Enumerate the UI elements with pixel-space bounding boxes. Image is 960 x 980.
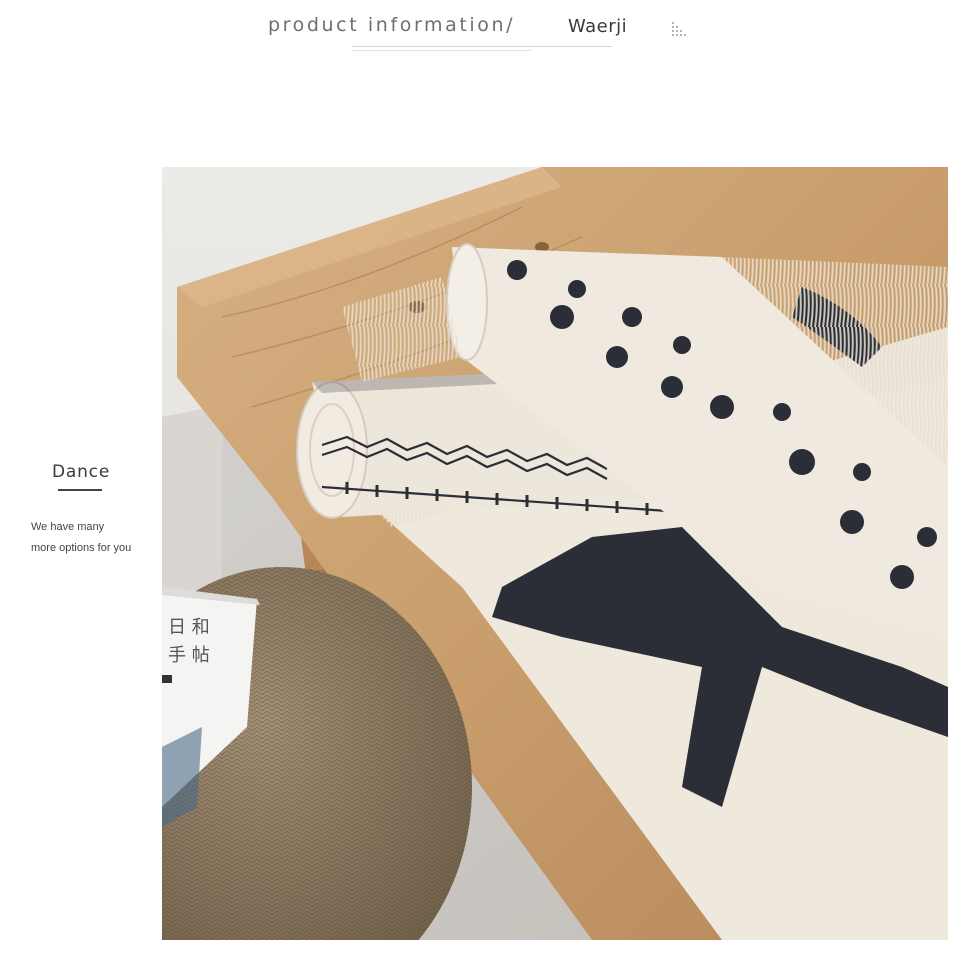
page-header: product information/ Waerji: [0, 0, 960, 80]
dot-grid-icon: [672, 22, 686, 36]
book-title-line-2: 手 帖: [168, 645, 210, 666]
side-title-underline: [58, 489, 102, 491]
header-divider-secondary: [352, 50, 532, 51]
product-photo: 日 和 手 帖: [162, 167, 948, 940]
side-description-line-2: more options for you: [31, 542, 132, 554]
side-description-line-1: We have many: [31, 521, 105, 533]
header-divider: [352, 46, 612, 47]
side-title: Dance: [52, 462, 111, 482]
side-description: We have many more options for you: [31, 517, 161, 559]
product-photo-illustration: 日 和 手 帖: [162, 167, 948, 940]
brand-name: Waerji: [568, 16, 628, 37]
header-title: product information/: [268, 14, 516, 36]
book-title-line-1: 日 和: [168, 617, 210, 638]
book-mark: [162, 675, 172, 683]
